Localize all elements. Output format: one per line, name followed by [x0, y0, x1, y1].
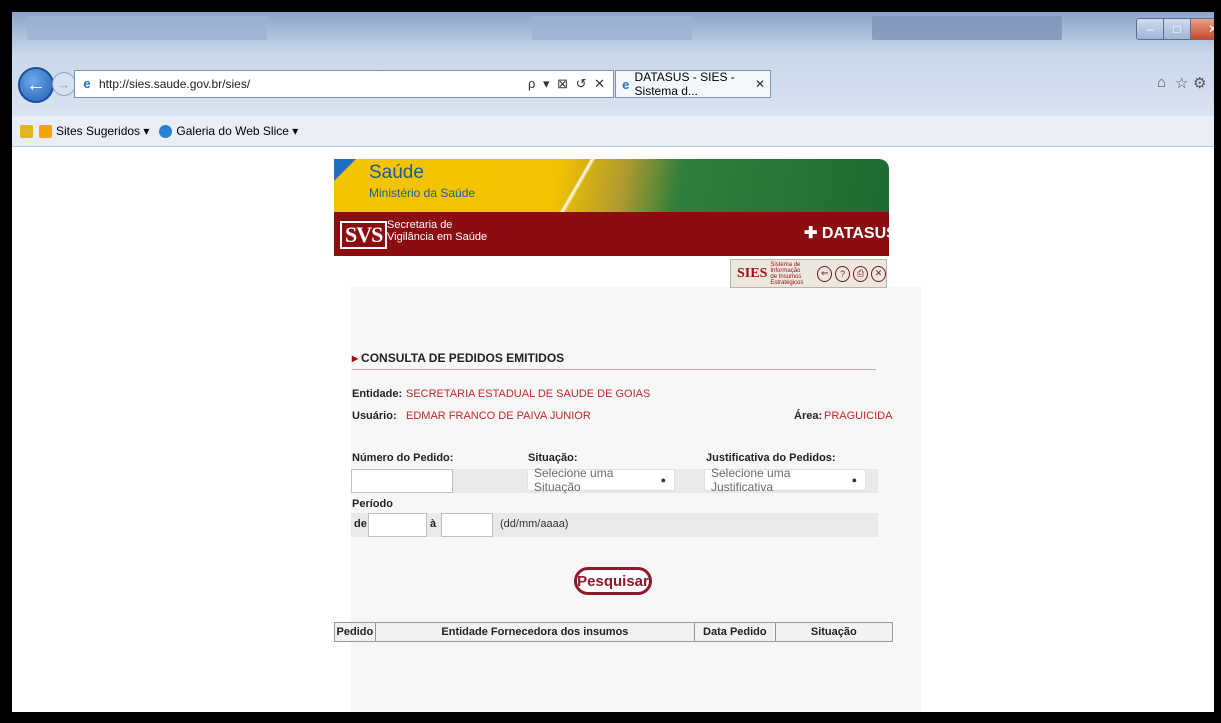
situacao-select[interactable]: Selecione uma Situação ● [527, 466, 675, 494]
sies-toolbar: SIES Sistema de Informação de Insumos Es… [730, 259, 887, 288]
address-tools[interactable]: ρ ▾ ⊠ ↺ ✕ [528, 76, 613, 92]
blurred-title-area [532, 16, 692, 40]
address-bar[interactable]: e http://sies.saude.gov.br/sies/ ρ ▾ ⊠ ↺… [74, 70, 614, 98]
results-table-header: Pedido Entidade Fornecedora dos insumos … [334, 622, 893, 642]
maximize-button[interactable]: □ [1164, 19, 1191, 39]
date-to-input[interactable] [441, 513, 493, 537]
sies-page: Saúde Ministério da Saúde SVS Secretaria… [334, 147, 921, 712]
minimize-button[interactable]: – [1137, 19, 1164, 39]
ie-tab-icon: e [622, 76, 630, 92]
tab-title: DATASUS - SIES - Sistema d... [634, 70, 735, 98]
chevron-down-icon: ● [851, 475, 857, 485]
forward-arrow-icon: → [57, 76, 71, 92]
tab-datasus[interactable]: e DATASUS - SIES - Sistema d... ✕ [615, 70, 771, 98]
area-value: PRAGUICIDA [824, 410, 893, 422]
numero-pedido-input[interactable] [351, 469, 453, 493]
title-bar: – □ ✕ [12, 12, 1214, 116]
favorite-sites-sugeridos[interactable]: Sites Sugeridos ▾ [39, 124, 149, 138]
back-button[interactable]: ← [18, 67, 54, 103]
address-url[interactable]: http://sies.saude.gov.br/sies/ [99, 77, 528, 91]
print-icon[interactable]: ⎙ [853, 265, 869, 282]
favorite-label: Galeria do Web Slice ▾ [176, 124, 299, 138]
forward-button[interactable]: → [52, 72, 76, 96]
justificativa-label: Justificativa do Pedidos: [706, 452, 836, 464]
chevron-down-icon: ● [660, 475, 666, 485]
justificativa-select[interactable]: Selecione uma Justificativa ● [704, 466, 866, 494]
svs-line1: Secretaria de [387, 219, 453, 231]
favorites-star-icon[interactable]: ☆ [1175, 74, 1188, 92]
saude-title: Saúde [369, 162, 424, 183]
column-header[interactable]: Entidade Fornecedora dos insumos [376, 623, 696, 641]
svs-logo: SVS [340, 221, 388, 249]
favorite-label: Sites Sugeridos ▾ [56, 124, 150, 138]
web-slice-icon [159, 124, 173, 138]
page-content: Saúde Ministério da Saúde SVS Secretaria… [12, 147, 1214, 712]
sies-subtitle: Sistema de Informação de Insumos Estraté… [770, 261, 804, 286]
svs-text: Secretaria de Vigilância em Saúde [387, 219, 487, 243]
browser-window: – □ ✕ ← → e http://sies.saude.gov.br/sie… [12, 12, 1214, 712]
window-controls: – □ ✕ [1136, 18, 1214, 40]
usuario-value: EDMAR FRANCO DE PAIVA JUNIOR [406, 410, 591, 422]
exit-icon[interactable]: ⇐ [817, 265, 833, 282]
justificativa-selected: Selecione uma Justificativa [711, 466, 791, 494]
section-title: CONSULTA DE PEDIDOS EMITIDOS [352, 351, 564, 365]
de-label: de [354, 518, 367, 530]
entidade-label: Entidade: [352, 388, 403, 400]
ministerio-subtitle: Ministério da Saúde [369, 186, 476, 200]
area-label: Área: [794, 410, 823, 422]
banner-stripe [549, 159, 609, 212]
svs-line2: Vigilância em Saúde [387, 231, 488, 243]
datasus-logo: ✚ DATASUS [804, 225, 897, 242]
sies-logo: SIES [737, 265, 768, 281]
date-format-hint: (dd/mm/aaaa) [500, 518, 569, 530]
column-header[interactable]: Pedido [335, 623, 376, 641]
blurred-title-area [27, 16, 267, 40]
gear-icon[interactable]: ⚙ [1193, 74, 1206, 92]
title-divider [352, 369, 876, 370]
usuario-label: Usuário: [352, 410, 397, 422]
numero-pedido-label: Número do Pedido: [352, 452, 454, 464]
bing-icon [39, 124, 52, 138]
favorites-bar: Sites Sugeridos ▾ Galeria do Web Slice ▾ [12, 116, 1214, 147]
close-window-button[interactable]: ✕ [1191, 19, 1214, 39]
column-header[interactable]: Data Pedido [695, 623, 776, 641]
favorite-web-slice[interactable]: Galeria do Web Slice ▾ [159, 124, 298, 138]
datasus-label: DATASUS [821, 225, 897, 242]
a-label: à [430, 518, 437, 530]
help-icon[interactable]: ? [835, 265, 851, 282]
situacao-label: Situação: [528, 452, 578, 464]
entidade-value: SECRETARIA ESTADUAL DE SAUDE DE GOIAS [406, 388, 651, 400]
column-header[interactable]: Situação [776, 623, 892, 641]
back-arrow-icon: ← [26, 73, 46, 96]
blurred-title-area [872, 16, 1062, 40]
pesquisar-button[interactable]: Pesquisar [574, 567, 652, 595]
favorites-star-add-icon[interactable] [20, 124, 37, 138]
situacao-selected: Selecione uma Situação [534, 466, 614, 494]
periodo-label: Período [352, 498, 393, 510]
ie-page-icon: e [83, 76, 91, 91]
home-icon[interactable]: ⌂ [1157, 74, 1166, 91]
tab-close-icon[interactable]: ✕ [755, 77, 765, 91]
close-icon[interactable]: ✕ [871, 265, 886, 282]
date-from-input[interactable] [368, 513, 427, 537]
